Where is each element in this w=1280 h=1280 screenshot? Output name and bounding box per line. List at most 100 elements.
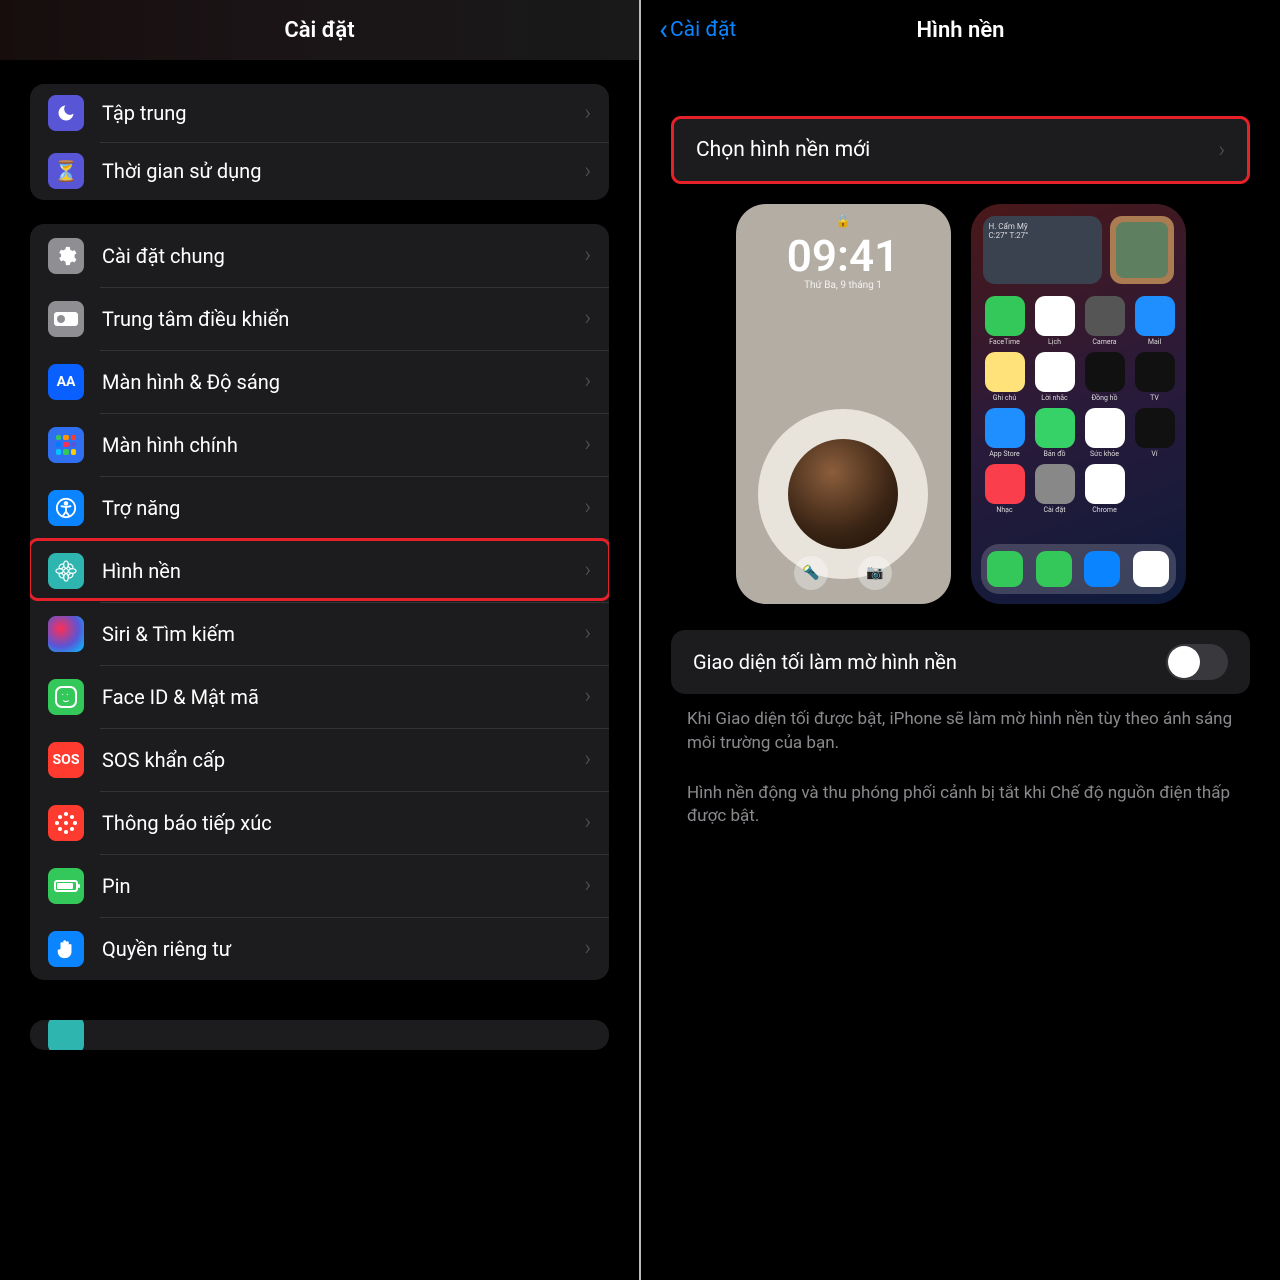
home-dock xyxy=(981,544,1176,594)
partial-icon xyxy=(48,1020,84,1050)
chevron-right-icon: › xyxy=(584,936,591,961)
row-label: Chọn hình nền mới xyxy=(696,138,1218,162)
app-icon: Lịch xyxy=(1035,296,1075,336)
row-label: Trợ năng xyxy=(102,496,584,520)
back-label: Cài đặt xyxy=(670,18,736,42)
chevron-right-icon: › xyxy=(584,558,591,583)
settings-group-2: Cài đặt chung › Trung tâm điều khiển › A… xyxy=(30,224,609,980)
messages-app-icon xyxy=(1036,551,1072,587)
app-icon: Nhạc xyxy=(985,464,1025,504)
row-label: Tập trung xyxy=(102,101,584,125)
lock-icon: 🔒 xyxy=(836,214,851,228)
chevron-right-icon: › xyxy=(584,306,591,331)
app-grid-icon xyxy=(48,427,84,463)
toggle-label: Giao diện tối làm mờ hình nền xyxy=(693,650,1166,674)
chevron-right-icon: › xyxy=(1218,138,1225,163)
chevron-left-icon: ‹ xyxy=(659,15,668,45)
row-label: Thông báo tiếp xúc xyxy=(102,811,584,835)
row-label: Face ID & Mật mã xyxy=(102,685,584,709)
row-general[interactable]: Cài đặt chung › xyxy=(30,224,609,287)
settings-group-1: Tập trung › ⏳ Thời gian sử dụng › xyxy=(30,84,609,200)
back-button[interactable]: ‹ Cài đặt xyxy=(659,15,736,45)
lock-screen-preview[interactable]: 🔒 09:41 Thứ Ba, 9 tháng 1 🔦 📷 xyxy=(736,204,951,604)
row-display-brightness[interactable]: AA Màn hình & Độ sáng › xyxy=(30,350,609,413)
row-wallpaper[interactable]: Hình nền › xyxy=(30,539,609,602)
lock-time: 09:41 xyxy=(787,230,900,282)
row-exposure-notification[interactable]: Thông báo tiếp xúc › xyxy=(30,791,609,854)
app-icon: TV xyxy=(1135,352,1175,392)
flashlight-icon: 🔦 xyxy=(794,556,828,590)
app-icon: Cài đặt xyxy=(1035,464,1075,504)
app-icon: Đồng hồ xyxy=(1085,352,1125,392)
chevron-right-icon: › xyxy=(584,684,591,709)
description-text-2: Hình nền động và thu phóng phối cảnh bị … xyxy=(687,782,1234,830)
app-icon: Lời nhắc xyxy=(1035,352,1075,392)
home-screen-preview[interactable]: H. Cẩm Mỹ C:27° T:27° FaceTimeLịchCamera… xyxy=(971,204,1186,604)
widget-temp: C:27° T:27° xyxy=(989,231,1096,240)
photos-app-icon xyxy=(1133,551,1169,587)
row-label: Pin xyxy=(102,874,584,898)
row-privacy[interactable]: Quyền riêng tư › xyxy=(30,917,609,980)
accessibility-icon xyxy=(48,490,84,526)
siri-icon xyxy=(48,616,84,652)
row-face-id[interactable]: Face ID & Mật mã › xyxy=(30,665,609,728)
text-size-icon: AA xyxy=(48,364,84,400)
row-focus[interactable]: Tập trung › xyxy=(30,84,609,142)
header: Cài đặt xyxy=(0,0,639,60)
description-text-1: Khi Giao diện tối được bật, iPhone sẽ là… xyxy=(687,708,1234,756)
phone-app-icon xyxy=(987,551,1023,587)
widget-location: H. Cẩm Mỹ xyxy=(989,222,1096,231)
wallpaper-panel: ‹ Cài đặt Hình nền Chọn hình nền mới › 🔒… xyxy=(639,0,1280,1280)
dim-toggle-group: Giao diện tối làm mờ hình nền xyxy=(671,630,1250,694)
app-icon: App Store xyxy=(985,408,1025,448)
page-title: Hình nền xyxy=(917,18,1005,43)
choose-wallpaper-group: Chọn hình nền mới › xyxy=(671,116,1250,184)
row-emergency-sos[interactable]: SOS SOS khẩn cấp › xyxy=(30,728,609,791)
row-home-screen[interactable]: Màn hình chính › xyxy=(30,413,609,476)
dim-switch[interactable] xyxy=(1166,644,1228,680)
chevron-right-icon: › xyxy=(584,101,591,126)
exposure-icon xyxy=(48,805,84,841)
moon-icon xyxy=(48,95,84,131)
chevron-right-icon: › xyxy=(584,621,591,646)
chevron-right-icon: › xyxy=(584,495,591,520)
row-label: Quyền riêng tư xyxy=(102,937,584,961)
row-accessibility[interactable]: Trợ năng › xyxy=(30,476,609,539)
settings-panel: Cài đặt Tập trung › ⏳ Thời gian sử dụng … xyxy=(0,0,639,1280)
camera-icon: 📷 xyxy=(858,556,892,590)
app-icon: Bản đồ xyxy=(1035,408,1075,448)
lock-date: Thứ Ba, 9 tháng 1 xyxy=(804,280,882,291)
chevron-right-icon: › xyxy=(584,243,591,268)
page-title: Cài đặt xyxy=(284,18,354,43)
app-icon: Mail xyxy=(1135,296,1175,336)
row-screen-time[interactable]: ⏳ Thời gian sử dụng › xyxy=(30,142,609,200)
chevron-right-icon: › xyxy=(584,432,591,457)
row-label: Hình nền xyxy=(102,559,584,583)
widgets: H. Cẩm Mỹ C:27° T:27° xyxy=(983,216,1174,284)
choose-wallpaper-row[interactable]: Chọn hình nền mới › xyxy=(674,119,1247,181)
flower-icon xyxy=(48,553,84,589)
app-icon: Ghi chú xyxy=(985,352,1025,392)
row-label: Thời gian sử dụng xyxy=(102,159,584,183)
zalo-app-icon xyxy=(1084,551,1120,587)
gear-icon xyxy=(48,238,84,274)
row-control-center[interactable]: Trung tâm điều khiển › xyxy=(30,287,609,350)
wallpaper-preview: 🔒 09:41 Thứ Ba, 9 tháng 1 🔦 📷 H. Cẩm Mỹ … xyxy=(671,204,1250,604)
settings-group-3 xyxy=(30,1020,609,1050)
photo-widget xyxy=(1110,216,1174,284)
app-icon xyxy=(1135,464,1175,504)
row-partial[interactable] xyxy=(30,1020,609,1050)
chevron-right-icon: › xyxy=(584,369,591,394)
app-icon: Sức khỏe xyxy=(1085,408,1125,448)
app-grid: FaceTimeLịchCameraMailGhi chúLời nhắcĐồn… xyxy=(985,296,1172,504)
row-siri-search[interactable]: Siri & Tìm kiếm › xyxy=(30,602,609,665)
chevron-right-icon: › xyxy=(584,873,591,898)
chevron-right-icon: › xyxy=(584,159,591,184)
face-id-icon xyxy=(48,679,84,715)
row-label: Cài đặt chung xyxy=(102,244,584,268)
row-label: Màn hình chính xyxy=(102,433,584,457)
chevron-right-icon: › xyxy=(584,810,591,835)
app-icon: Ví xyxy=(1135,408,1175,448)
row-battery[interactable]: Pin › xyxy=(30,854,609,917)
hourglass-icon: ⏳ xyxy=(48,153,84,189)
